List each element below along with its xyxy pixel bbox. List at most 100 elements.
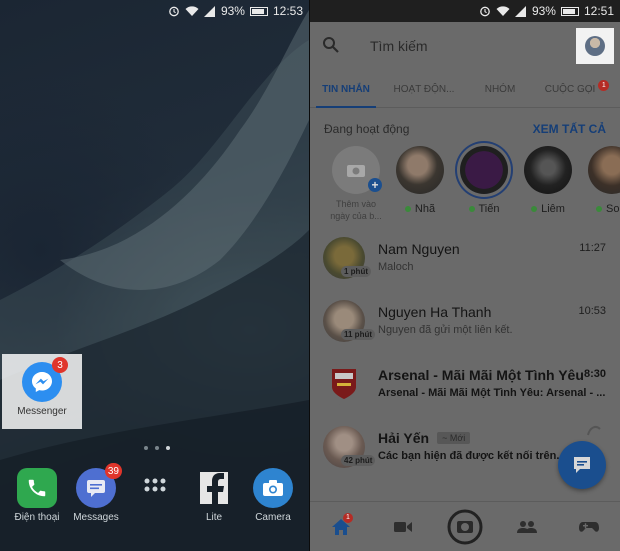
nav-people[interactable] — [507, 507, 547, 547]
tab-calls[interactable]: CUỘC GỌI 1 — [534, 72, 620, 107]
messenger-icon — [32, 372, 52, 392]
app-facebook-lite[interactable]: Lite — [183, 468, 245, 523]
avatar — [460, 146, 508, 194]
calls-badge: 1 — [598, 80, 610, 91]
app-phone[interactable]: Điện thoại — [6, 468, 68, 523]
last-active-pill: 11 phút — [341, 329, 376, 340]
search-bar[interactable]: Tìm kiếm — [310, 22, 620, 70]
tab-activity[interactable]: HOẠT ĐỘN... — [382, 72, 466, 107]
avatar — [524, 146, 572, 194]
status-bar: 93% 12:53 — [0, 0, 309, 22]
last-active-pill: 42 phút — [341, 455, 376, 466]
add-story-label: Thêm vào ngày của b... — [330, 198, 382, 222]
arsenal-crest-icon — [332, 369, 356, 399]
conversation-name: Nguyen Ha Thanh — [378, 304, 492, 320]
active-user-name: Tiến — [468, 203, 500, 215]
online-dot — [404, 206, 411, 212]
facebook-lite-label: Lite — [205, 512, 223, 523]
facebook-icon — [200, 472, 228, 504]
tab-label: TIN NHẮN — [322, 84, 370, 95]
conversation-name: Nam Nguyen — [378, 241, 460, 257]
active-now-title: Đang hoạt động — [324, 122, 410, 136]
tab-label: HOẠT ĐỘN... — [393, 84, 455, 95]
add-story-line1: Thêm vào — [335, 199, 376, 209]
wave-hand-icon[interactable] — [584, 423, 604, 439]
add-story-circle: + — [332, 146, 382, 194]
signal-icon — [203, 5, 215, 17]
page-indicator — [144, 446, 170, 450]
story-name-text: Sole — [605, 203, 620, 215]
add-to-story[interactable]: + Thêm vào ngày của b... — [324, 146, 388, 222]
nav-home[interactable]: 1 — [321, 507, 361, 547]
active-user[interactable]: Liêm — [516, 146, 580, 222]
nav-games[interactable] — [569, 507, 609, 547]
active-now-header: Đang hoạt động XEM TẤT CẢ — [324, 122, 606, 136]
messenger-label: Messenger — [17, 406, 67, 417]
page-dot — [144, 446, 148, 450]
app-messenger[interactable]: 3 Messenger — [11, 357, 73, 417]
phone-icon — [28, 479, 46, 497]
tab-messages[interactable]: TIN NHẮN — [310, 72, 382, 108]
online-dot — [595, 206, 602, 212]
search-input[interactable]: Tìm kiếm — [370, 38, 428, 54]
camera-shutter-icon — [447, 509, 483, 544]
app-drawer-button[interactable] — [124, 470, 186, 500]
bottom-nav: 1 — [310, 501, 620, 551]
battery-percent: 93% — [220, 4, 245, 18]
messages-label: Messages — [73, 512, 119, 523]
conversation-row[interactable]: 11 phút Nguyen Ha Thanh Nguyen đã gửi mộ… — [310, 293, 620, 356]
messages-app-icon: 39 — [76, 463, 122, 508]
avatar — [396, 146, 444, 194]
messenger-app: 93% 12:51 Tìm kiếm TIN NHẮN HOẠT ĐỘN... … — [310, 0, 620, 551]
active-user-name: Liêm — [531, 203, 565, 215]
search-icon[interactable] — [322, 36, 340, 54]
people-icon — [517, 520, 537, 533]
gamepad-icon — [579, 521, 599, 532]
active-user[interactable]: Tiến — [452, 146, 516, 222]
battery-icon — [560, 6, 579, 16]
active-users-row: + Thêm vào ngày của b... Nhã Tiến Liêm So… — [324, 146, 620, 222]
active-user-name: Nhã — [404, 203, 436, 215]
avatar — [585, 36, 605, 56]
tab-groups[interactable]: NHÓM — [466, 72, 534, 107]
active-user[interactable]: Nhã — [388, 146, 452, 222]
conversation-name: Arsenal - Mãi Mãi Một Tình Yêu — [378, 367, 584, 383]
tab-label: NHÓM — [484, 84, 516, 95]
tab-label: CUỘC GỌI — [544, 84, 596, 95]
conversation-row[interactable]: 1 phút Nam Nguyen Maloch 11:27 — [310, 230, 620, 293]
story-name-text: Nhã — [414, 203, 436, 215]
active-user[interactable]: Sole — [580, 146, 620, 222]
conversation-time: 11:27 — [579, 242, 606, 254]
clock: 12:51 — [583, 4, 614, 18]
wifi-icon — [496, 5, 510, 16]
conversation-name: Hải Yến ~ Mới — [378, 430, 471, 446]
page-dot-active — [166, 446, 170, 450]
conversation-name-text: Hải Yến — [378, 430, 430, 446]
camera-icon — [347, 165, 365, 177]
messages-badge: 39 — [104, 463, 122, 479]
page-dot — [155, 446, 159, 450]
alarm-icon — [480, 6, 490, 17]
phone-label: Điện thoại — [14, 512, 60, 523]
app-camera[interactable]: Camera — [242, 468, 304, 523]
battery-icon — [249, 6, 268, 16]
status-bar: 93% 12:51 — [310, 0, 620, 22]
story-name-text: Tiến — [478, 203, 500, 215]
compose-icon — [574, 457, 590, 473]
app-drawer-icon — [144, 478, 166, 492]
conversation-row[interactable]: Arsenal - Mãi Mãi Một Tình Yêu Arsenal -… — [310, 356, 620, 419]
camera-icon — [263, 480, 283, 496]
nav-camera[interactable] — [445, 507, 485, 547]
see-all-link[interactable]: XEM TẤT CẢ — [533, 122, 606, 136]
nav-video-call[interactable] — [383, 507, 423, 547]
story-name-text: Liêm — [541, 203, 565, 215]
app-messages[interactable]: 39 Messages — [65, 463, 127, 523]
profile-button[interactable] — [576, 28, 614, 64]
online-dot — [468, 206, 475, 212]
online-dot — [531, 206, 538, 212]
tab-bar: TIN NHẮN HOẠT ĐỘN... NHÓM CUỘC GỌI 1 — [310, 72, 620, 108]
conversation-time: 8:30 — [583, 368, 606, 380]
home-badge: 1 — [343, 512, 353, 523]
battery-percent: 93% — [531, 4, 556, 18]
compose-button[interactable] — [558, 441, 606, 489]
